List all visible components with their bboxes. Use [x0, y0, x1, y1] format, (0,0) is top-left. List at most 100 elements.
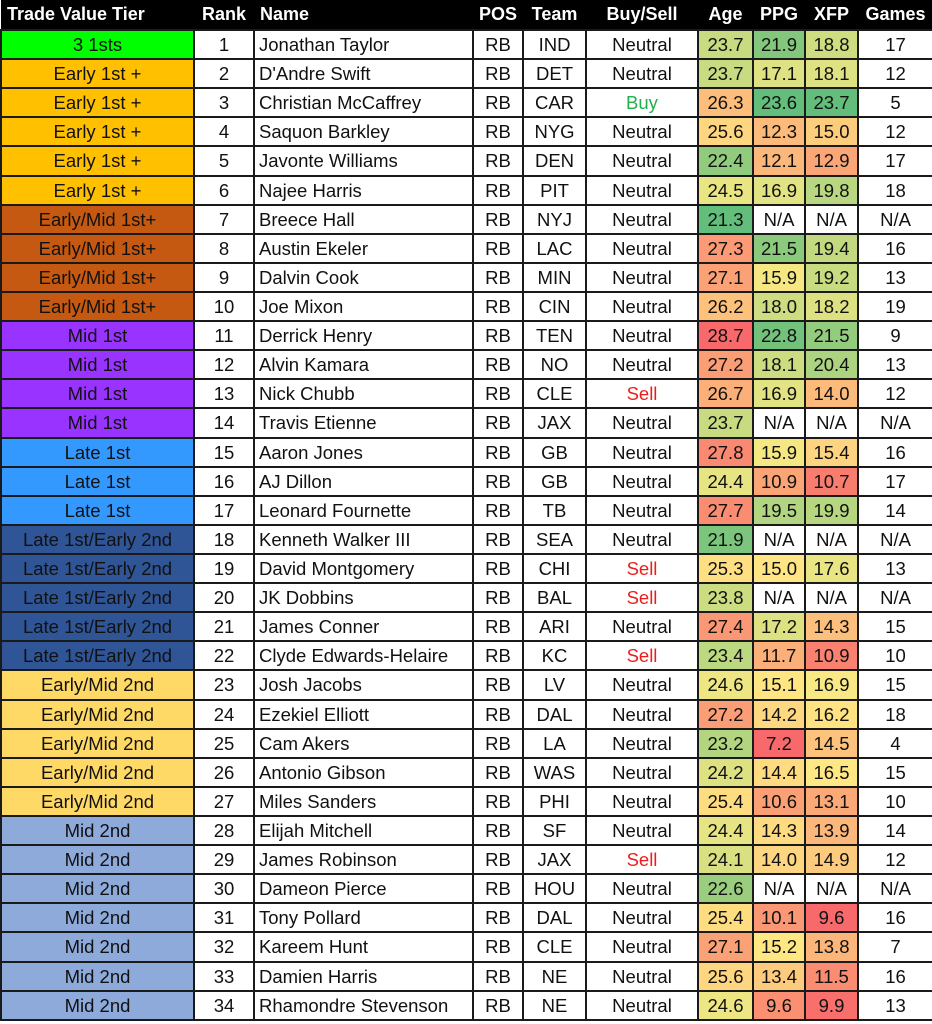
- position-cell[interactable]: RB: [472, 873, 524, 905]
- xfp-cell[interactable]: 10.9: [804, 640, 859, 672]
- xfp-cell[interactable]: N/A: [804, 407, 859, 439]
- games-cell[interactable]: 19: [857, 290, 932, 323]
- team-cell[interactable]: CLE: [522, 931, 587, 963]
- rank-cell[interactable]: 20: [193, 582, 255, 614]
- team-cell[interactable]: LV: [522, 669, 587, 701]
- player-name-cell[interactable]: Kareem Hunt: [253, 931, 474, 963]
- player-name-cell[interactable]: JK Dobbins: [253, 582, 474, 614]
- team-cell[interactable]: DAL: [522, 902, 587, 934]
- age-cell[interactable]: 23.8: [697, 582, 754, 614]
- team-cell[interactable]: TB: [522, 494, 587, 526]
- table-row[interactable]: Mid 1st 11 Derrick Henry RB TEN Neutral 28.7 22…: [0, 320, 932, 352]
- rank-cell[interactable]: 31: [193, 902, 255, 934]
- rank-cell[interactable]: 13: [193, 378, 255, 410]
- header-tier[interactable]: Trade Value Tier: [1, 0, 194, 30]
- team-cell[interactable]: PHI: [522, 785, 587, 817]
- position-cell[interactable]: RB: [472, 785, 524, 817]
- team-cell[interactable]: SEA: [522, 523, 587, 555]
- ppg-cell[interactable]: 21.5: [752, 232, 806, 264]
- xfp-cell[interactable]: 10.7: [804, 465, 859, 497]
- age-cell[interactable]: 24.6: [697, 989, 754, 1021]
- tier-cell[interactable]: Late 1st: [0, 494, 195, 526]
- position-cell[interactable]: RB: [472, 349, 524, 381]
- player-name-cell[interactable]: Joe Mixon: [253, 290, 474, 323]
- age-cell[interactable]: 27.2: [697, 698, 754, 730]
- team-cell[interactable]: NYG: [522, 116, 587, 148]
- games-cell[interactable]: 13: [857, 552, 932, 585]
- team-cell[interactable]: NE: [522, 989, 587, 1021]
- table-row[interactable]: Early/Mid 1st+ 7 Breece Hall RB NYJ Neutral 21…: [0, 203, 932, 235]
- team-cell[interactable]: DEN: [522, 145, 587, 177]
- position-cell[interactable]: RB: [472, 582, 524, 614]
- table-row[interactable]: Late 1st/Early 2nd 19 David Montgomery RB CH…: [0, 552, 932, 585]
- buy-sell-cell[interactable]: Neutral: [585, 28, 699, 61]
- team-cell[interactable]: NO: [522, 349, 587, 381]
- tier-cell[interactable]: Early/Mid 1st+: [0, 232, 195, 264]
- ppg-cell[interactable]: 13.4: [752, 960, 806, 992]
- position-cell[interactable]: RB: [472, 523, 524, 555]
- player-name-cell[interactable]: Dalvin Cook: [253, 261, 474, 293]
- ppg-cell[interactable]: 9.6: [752, 989, 806, 1021]
- position-cell[interactable]: RB: [472, 58, 524, 90]
- rank-cell[interactable]: 30: [193, 873, 255, 905]
- rank-cell[interactable]: 12: [193, 349, 255, 381]
- buy-sell-cell[interactable]: Sell: [585, 844, 699, 876]
- tier-cell[interactable]: Early/Mid 2nd: [0, 698, 195, 730]
- age-cell[interactable]: 27.7: [697, 494, 754, 526]
- rank-cell[interactable]: 8: [193, 232, 255, 264]
- rank-cell[interactable]: 2: [193, 58, 255, 90]
- tier-cell[interactable]: Mid 1st: [0, 320, 195, 352]
- games-cell[interactable]: 15: [857, 611, 932, 643]
- rank-cell[interactable]: 4: [193, 116, 255, 148]
- ppg-cell[interactable]: 15.2: [752, 931, 806, 963]
- ppg-cell[interactable]: N/A: [752, 873, 806, 905]
- ppg-cell[interactable]: 10.9: [752, 465, 806, 497]
- player-name-cell[interactable]: Derrick Henry: [253, 320, 474, 352]
- xfp-cell[interactable]: 15.0: [804, 116, 859, 148]
- age-cell[interactable]: 25.6: [697, 116, 754, 148]
- position-cell[interactable]: RB: [472, 989, 524, 1021]
- age-cell[interactable]: 28.7: [697, 320, 754, 352]
- table-row[interactable]: Early 1st +2 D'Andre Swift RB DET Neutral 23.…: [0, 58, 932, 90]
- position-cell[interactable]: RB: [472, 261, 524, 293]
- xfp-cell[interactable]: N/A: [804, 523, 859, 555]
- tier-cell[interactable]: Late 1st/Early 2nd: [0, 640, 195, 672]
- rank-cell[interactable]: 5: [193, 145, 255, 177]
- rank-cell[interactable]: 17: [193, 494, 255, 526]
- rank-cell[interactable]: 33: [193, 960, 255, 992]
- buy-sell-cell[interactable]: Neutral: [585, 261, 699, 293]
- age-cell[interactable]: 21.3: [697, 203, 754, 235]
- xfp-cell[interactable]: 17.6: [804, 552, 859, 585]
- rank-cell[interactable]: 7: [193, 203, 255, 235]
- games-cell[interactable]: 12: [857, 58, 932, 90]
- age-cell[interactable]: 25.3: [697, 552, 754, 585]
- team-cell[interactable]: ARI: [522, 611, 587, 643]
- xfp-cell[interactable]: 18.1: [804, 58, 859, 90]
- tier-cell[interactable]: Mid 1st: [0, 349, 195, 381]
- team-cell[interactable]: WAS: [522, 756, 587, 788]
- xfp-cell[interactable]: 19.2: [804, 261, 859, 293]
- team-cell[interactable]: JAX: [522, 844, 587, 876]
- ppg-cell[interactable]: 10.1: [752, 902, 806, 934]
- buy-sell-cell[interactable]: Buy: [585, 87, 699, 119]
- tier-cell[interactable]: Early/Mid 1st+: [0, 203, 195, 235]
- age-cell[interactable]: 26.2: [697, 290, 754, 323]
- buy-sell-cell[interactable]: Sell: [585, 640, 699, 672]
- tier-cell[interactable]: Late 1st: [0, 465, 195, 497]
- xfp-cell[interactable]: 9.6: [804, 902, 859, 934]
- team-cell[interactable]: CLE: [522, 378, 587, 410]
- xfp-cell[interactable]: 9.9: [804, 989, 859, 1021]
- header-games[interactable]: Games: [858, 0, 932, 30]
- games-cell[interactable]: 16: [857, 902, 932, 934]
- ppg-cell[interactable]: 10.6: [752, 785, 806, 817]
- xfp-cell[interactable]: 14.9: [804, 844, 859, 876]
- table-row[interactable]: Early/Mid 2nd 24 Ezekiel Elliott RB DAL Neutr…: [0, 698, 932, 730]
- age-cell[interactable]: 24.2: [697, 756, 754, 788]
- team-cell[interactable]: NE: [522, 960, 587, 992]
- table-row[interactable]: Early 1st +3 Christian McCaffrey RB CAR Buy 2…: [0, 87, 932, 119]
- buy-sell-cell[interactable]: Neutral: [585, 116, 699, 148]
- rank-cell[interactable]: 28: [193, 814, 255, 847]
- ppg-cell[interactable]: 14.0: [752, 844, 806, 876]
- age-cell[interactable]: 25.6: [697, 960, 754, 992]
- team-cell[interactable]: IND: [522, 28, 587, 61]
